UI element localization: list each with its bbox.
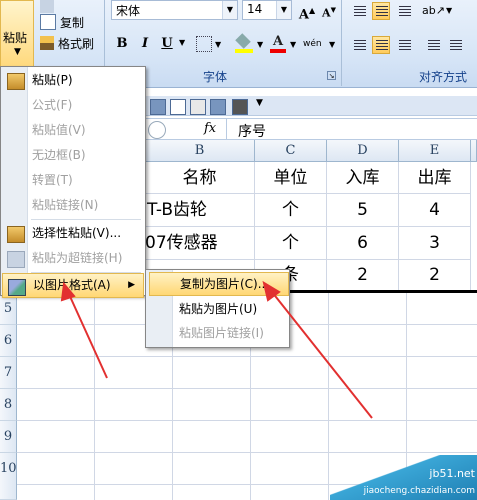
watermark-text: jiaocheng.chazidian.com	[363, 486, 475, 496]
arrow-line	[67, 291, 108, 379]
watermark-text: jb51.net	[429, 467, 475, 480]
arrow-head	[60, 281, 76, 302]
annotation-arrows	[60, 280, 373, 419]
arrow-line	[271, 291, 373, 419]
